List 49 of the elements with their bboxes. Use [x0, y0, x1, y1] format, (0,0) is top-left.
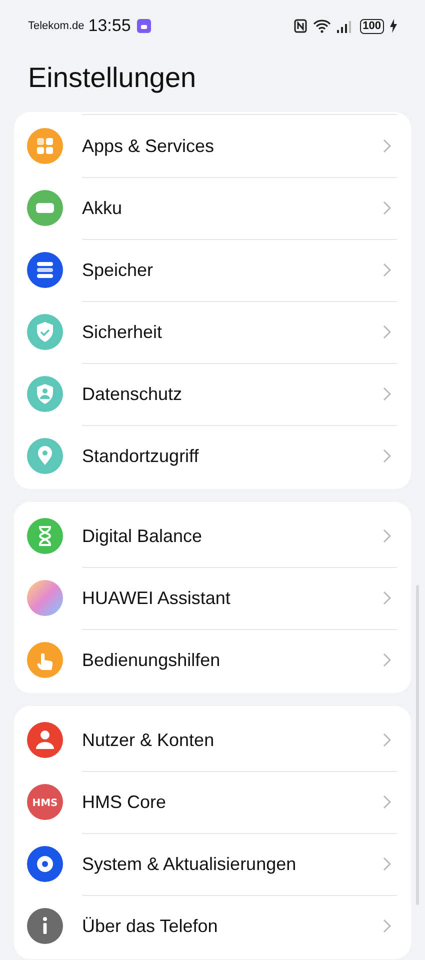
- settings-item[interactable]: Sicherheit: [14, 301, 411, 363]
- chevron-icon: [383, 387, 391, 401]
- wifi-icon: [312, 19, 331, 33]
- settings-item[interactable]: Speicher: [14, 239, 411, 301]
- settings-item[interactable]: Bedienungshilfen: [14, 629, 411, 691]
- chevron-icon: [383, 139, 391, 153]
- settings-item[interactable]: Apps & Services: [14, 115, 411, 177]
- settings-item[interactable]: Nutzer & Konten: [14, 709, 411, 771]
- chevron-icon: [383, 529, 391, 543]
- settings-item[interactable]: Akku: [14, 177, 411, 239]
- settings-item[interactable]: System & Aktualisierungen: [14, 833, 411, 895]
- chevron-icon: [383, 653, 391, 667]
- item-label: Standortzugriff: [82, 446, 200, 466]
- settings-item[interactable]: Digital Balance: [14, 505, 411, 567]
- item-label: Digital Balance: [82, 526, 204, 546]
- item-label: Speicher: [82, 260, 154, 280]
- item-label: Nutzer & Konten: [82, 730, 216, 750]
- item-label: Sicherheit: [82, 322, 164, 342]
- item-label: HMS Core: [82, 792, 168, 812]
- settings-item[interactable]: Datenschutz: [14, 363, 411, 425]
- app-notification-icon: [136, 19, 151, 33]
- item-label: Bedienungshilfen: [82, 650, 222, 670]
- item-label: HUAWEI Assistant: [82, 588, 232, 608]
- chevron-icon: [383, 795, 391, 809]
- item-label: Akku: [82, 198, 124, 218]
- settings-item[interactable]: Standortzugriff: [14, 425, 411, 487]
- item-label: Über das Telefon: [82, 916, 219, 936]
- chevron-icon: [383, 591, 391, 605]
- item-label: Apps & Services: [82, 136, 216, 156]
- chevron-icon: [383, 263, 391, 277]
- chevron-icon: [383, 325, 391, 339]
- item-label: Datenschutz: [82, 384, 184, 404]
- page-title: Einstellungen: [27, 61, 198, 95]
- chevron-icon: [383, 733, 391, 747]
- chevron-icon: [383, 919, 391, 933]
- battery-indicator: 100: [360, 18, 384, 34]
- charging-icon: [390, 19, 397, 33]
- nfc-icon: [294, 19, 307, 33]
- settings-item[interactable]: Über das Telefon: [14, 895, 411, 957]
- settings-item[interactable]: HMS HMS Core: [14, 771, 411, 833]
- settings-item[interactable]: HUAWEI Assistant: [14, 567, 411, 629]
- clock-time: 13:55: [88, 16, 131, 36]
- chevron-icon: [383, 201, 391, 215]
- chevron-icon: [383, 449, 391, 463]
- carrier-name: Telekom.de: [28, 20, 84, 32]
- chevron-icon: [383, 857, 391, 871]
- badge-icon: HMS: [27, 784, 63, 820]
- signal-icon: [336, 20, 354, 32]
- item-label: System & Aktualisierungen: [82, 854, 298, 874]
